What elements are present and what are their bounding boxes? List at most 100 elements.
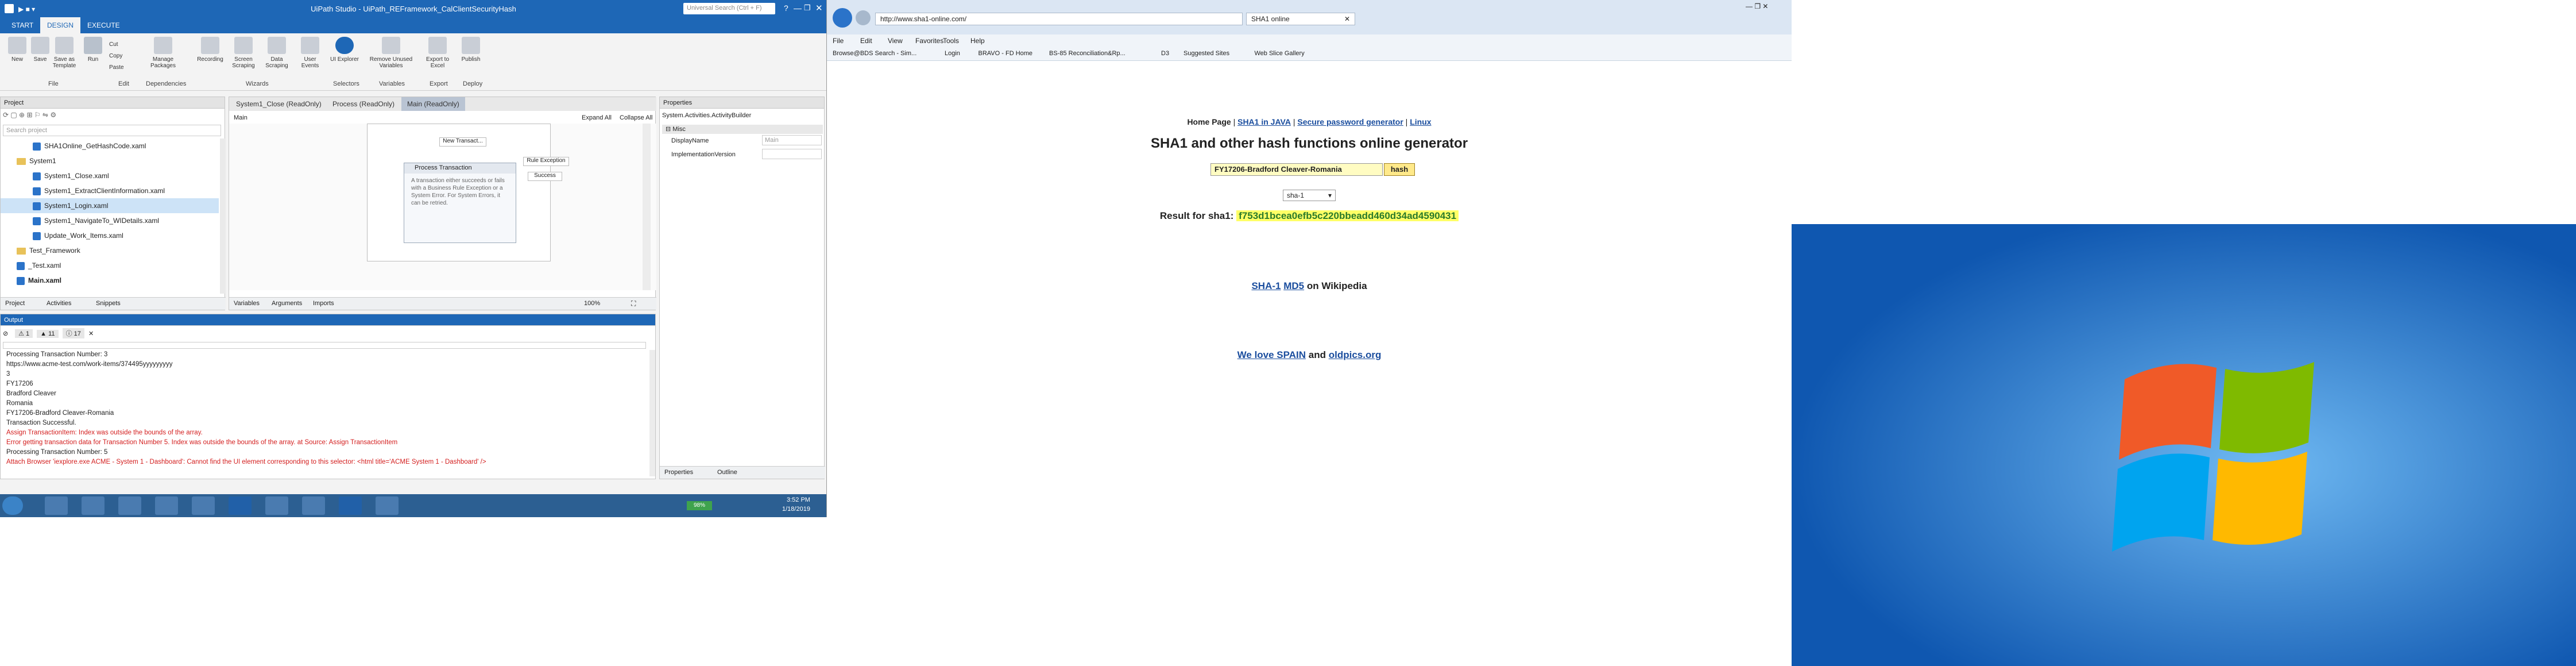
clock-time[interactable]: 3:52 PM xyxy=(787,496,810,503)
universal-search-input[interactable]: Universal Search (Ctrl + F) xyxy=(683,3,775,14)
tree-folder[interactable]: System1 xyxy=(1,153,219,168)
battery-indicator[interactable]: 98% xyxy=(687,501,712,510)
minimize-icon[interactable]: — xyxy=(794,3,802,13)
nav-sha1-java[interactable]: SHA1 in JAVA xyxy=(1237,117,1291,126)
copy-button[interactable]: Copy xyxy=(109,53,132,59)
tab-system1-close[interactable]: System1_Close (ReadOnly) xyxy=(230,97,327,111)
tree-file[interactable]: _Test.xaml xyxy=(1,258,219,273)
close-tab-icon[interactable]: ✕ xyxy=(1344,15,1350,23)
output-line[interactable]: Romania xyxy=(6,399,33,409)
clear-icon[interactable]: ⊘ xyxy=(3,330,13,337)
save-as-template-button[interactable]: Save as Template xyxy=(49,37,79,69)
app-taskbar-icon[interactable] xyxy=(192,496,215,515)
output-filter-input[interactable] xyxy=(3,342,646,349)
clock-date[interactable]: 1/18/2019 xyxy=(782,506,810,513)
output-line[interactable]: Processing Transaction Number: 5 xyxy=(6,448,107,457)
output-line[interactable]: 3 xyxy=(6,369,10,379)
uipath-taskbar-icon[interactable] xyxy=(229,496,252,515)
address-bar[interactable]: http://www.sha1-online.com/ xyxy=(875,13,1243,25)
browser-tab[interactable]: SHA1 online ✕ xyxy=(1246,13,1355,25)
favorite-link[interactable]: Suggested Sites xyxy=(1183,50,1229,57)
recording-button[interactable]: Recording xyxy=(195,37,225,63)
output-line[interactable]: FY17206 xyxy=(6,379,33,389)
paste-button[interactable]: Paste xyxy=(109,64,132,71)
tab-arguments[interactable]: Arguments xyxy=(272,300,302,307)
publish-button[interactable]: Publish xyxy=(456,37,486,63)
output-line[interactable]: Assign TransactionItem: Index was outsid… xyxy=(6,428,203,438)
output-line[interactable]: FY17206-Bradford Cleaver-Romania xyxy=(6,409,114,418)
screen-scraping-button[interactable]: Screen Scraping xyxy=(229,37,258,69)
favorite-link[interactable]: BS-85 Reconciliation&Rp... xyxy=(1049,50,1125,57)
chrome-taskbar-icon[interactable] xyxy=(302,496,325,515)
tab-execute[interactable]: EXECUTE xyxy=(80,17,127,33)
output-line[interactable]: https://www.acme-test.com/work-items/374… xyxy=(6,360,173,369)
tab-variables[interactable]: Variables xyxy=(234,300,260,307)
output-line[interactable]: Processing Transaction Number: 3 xyxy=(6,350,107,360)
expand-all-link[interactable]: Expand All xyxy=(582,114,612,121)
tree-file[interactable]: Main.xaml xyxy=(1,273,219,288)
fit-screen-icon[interactable]: ⛶ xyxy=(631,299,636,308)
rule-exception-node[interactable]: Rule Exception xyxy=(523,157,569,166)
output-line[interactable]: Transaction Successful. xyxy=(6,418,76,428)
property-value-input[interactable] xyxy=(762,149,822,159)
tree-folder[interactable]: Test_Framework xyxy=(1,243,219,258)
menu-item-tools[interactable]: Tools xyxy=(943,37,959,45)
cut-button[interactable]: Cut xyxy=(109,41,132,48)
tree-file[interactable]: System1_Login.xaml xyxy=(1,198,219,213)
output-line[interactable]: Bradford Cleaver xyxy=(6,389,56,399)
canvas-scrollbar[interactable] xyxy=(643,124,651,290)
app-taskbar-icon[interactable] xyxy=(155,496,178,515)
menu-item-favorites[interactable]: Favorites xyxy=(915,37,943,45)
algorithm-select[interactable]: sha-1 ▾ xyxy=(1283,190,1336,201)
project-search-input[interactable]: Search project xyxy=(3,125,221,136)
error-filter[interactable]: ⚠ 1 xyxy=(15,329,33,338)
tab-activities[interactable]: Activities xyxy=(47,300,71,307)
spain-link[interactable]: We love SPAIN xyxy=(1237,349,1306,360)
maximize-icon[interactable]: ❐ xyxy=(804,3,811,13)
hash-button[interactable]: hash xyxy=(1384,163,1415,176)
nav-password-generator[interactable]: Secure password generator xyxy=(1297,117,1403,126)
menu-item-view[interactable]: View xyxy=(888,37,903,45)
tree-file[interactable]: System1_NavigateTo_WIDetails.xaml xyxy=(1,213,219,228)
project-toolbar[interactable]: ⟳ ▢ ⊕ ⊞ ⚐ ⇋ ⚙ xyxy=(3,111,221,122)
favorite-link[interactable]: Browse@BDS Search - Sim... xyxy=(833,50,916,57)
close-icon[interactable]: ✕ xyxy=(815,3,823,13)
hash-input[interactable]: FY17206-Bradford Cleaver-Romania xyxy=(1210,163,1383,176)
tab-properties[interactable]: Properties xyxy=(664,469,693,476)
warning-filter[interactable]: ▲ 11 xyxy=(37,330,59,338)
favorite-link[interactable]: Login xyxy=(945,50,960,57)
zoom-level[interactable]: 100% xyxy=(584,300,600,307)
output-scrollbar[interactable] xyxy=(649,350,655,476)
favorite-link[interactable]: BRAVO - FD Home xyxy=(978,50,1033,57)
ie-taskbar-icon[interactable] xyxy=(376,496,399,515)
tab-outline[interactable]: Outline xyxy=(717,469,737,476)
menu-item-edit[interactable]: Edit xyxy=(860,37,872,45)
workflow-canvas[interactable]: New Transact... Process Transaction A tr… xyxy=(229,124,656,290)
ui-explorer-button[interactable]: UI Explorer xyxy=(330,37,359,63)
close-output-icon[interactable]: ✕ xyxy=(88,330,99,337)
md5-wiki-link[interactable]: MD5 xyxy=(1283,280,1304,291)
success-node[interactable]: Success xyxy=(528,172,562,181)
nav-linux[interactable]: Linux xyxy=(1410,117,1431,126)
nav-home[interactable]: Home Page xyxy=(1187,117,1231,126)
output-line[interactable]: Attach Browser 'iexplore.exe ACME - Syst… xyxy=(6,457,486,467)
back-icon[interactable] xyxy=(833,8,852,28)
help-icon[interactable]: ? xyxy=(784,3,788,13)
sha1-wiki-link[interactable]: SHA-1 xyxy=(1251,280,1281,291)
property-value-input[interactable]: Main xyxy=(762,135,822,145)
favorite-link[interactable]: Web Slice Gallery xyxy=(1255,50,1305,57)
tab-project[interactable]: Project xyxy=(5,300,25,307)
process-transaction-state[interactable]: Process Transaction A transaction either… xyxy=(404,163,516,243)
tab-process[interactable]: Process (ReadOnly) xyxy=(327,97,400,111)
result-hash[interactable]: f753d1bcea0efb5c220bbeadd460d34ad4590431 xyxy=(1236,210,1459,221)
tree-file[interactable]: System1_ExtractClientInformation.xaml xyxy=(1,183,219,198)
tab-design[interactable]: DESIGN xyxy=(40,17,81,33)
oldpics-link[interactable]: oldpics.org xyxy=(1329,349,1382,360)
user-events-button[interactable]: User Events xyxy=(295,37,325,69)
new-transaction-node[interactable]: New Transact... xyxy=(439,137,486,147)
start-button[interactable] xyxy=(2,496,23,515)
menu-item-help[interactable]: Help xyxy=(970,37,985,45)
tab-imports[interactable]: Imports xyxy=(313,300,334,307)
favorite-link[interactable]: D3 xyxy=(1161,50,1169,57)
remove-unused-variables-button[interactable]: Remove Unused Variables xyxy=(365,37,417,69)
